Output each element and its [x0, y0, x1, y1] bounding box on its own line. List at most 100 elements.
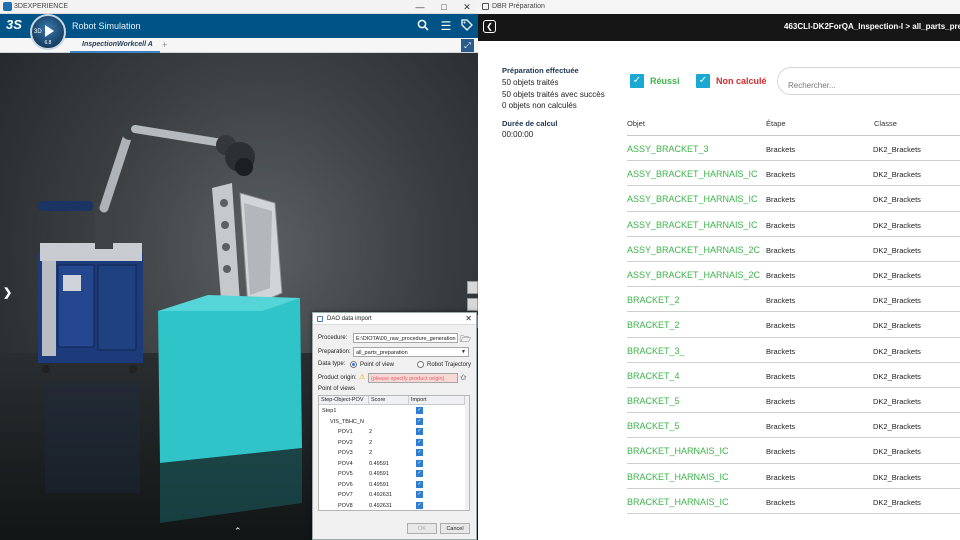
table-row[interactable]: ASSY_BRACKET_HARNAIS_IC Brackets DK2_Brack… [627, 186, 960, 212]
filter-non-calcule-label: Non calculé [716, 76, 767, 86]
filter-reussi-checkbox[interactable]: ✓ [630, 74, 644, 88]
row-classe: DK2_Brackets [873, 422, 921, 432]
row-classe: DK2_Brackets [873, 145, 921, 154]
minimize-icon[interactable]: — [408, 0, 432, 14]
cancel-button[interactable]: Cancel [440, 523, 470, 534]
row-objet[interactable]: BRACKET_5 [627, 421, 680, 431]
pov-score: 0.49591 [369, 471, 389, 477]
pov-row[interactable]: POV8 0.492631 ✓ [319, 501, 465, 511]
table-row[interactable]: BRACKET_HARNAIS_IC Brackets DK2_Brackets [627, 438, 960, 464]
compass-widget[interactable]: 3D 6.8 [30, 14, 66, 50]
compass-version: 6.8 [44, 40, 52, 46]
fit-icon[interactable]: ⤢ [461, 39, 474, 52]
preparation-value: all_parts_preparation [356, 350, 408, 356]
add-tab-button[interactable]: + [162, 40, 167, 50]
row-objet[interactable]: BRACKET_HARNAIS_IC [627, 446, 729, 456]
summary-not-calculated: 0 objets non calculés [502, 101, 577, 110]
filter-non-calcule-checkbox[interactable]: ✓ [696, 74, 710, 88]
row-objet[interactable]: BRACKET_4 [627, 371, 680, 381]
row-objet[interactable]: ASSY_BRACKET_HARNAIS_2C [627, 270, 760, 280]
dbr-preparation-window: DBR Préparation ❮ 463CLI-DK2ForQA_Inspec… [478, 0, 960, 540]
pick-origin-icon[interactable]: ✩ [460, 373, 467, 382]
side-toolbar-button-1[interactable] [467, 281, 478, 294]
row-objet[interactable]: ASSY_BRACKET_HARNAIS_IC [627, 220, 758, 230]
import-checkbox[interactable]: ✓ [416, 480, 423, 488]
pov-row[interactable]: POV5 0.49591 ✓ [319, 469, 465, 480]
import-checkbox[interactable]: ✓ [416, 417, 423, 425]
import-checkbox[interactable]: ✓ [416, 407, 423, 414]
table-row[interactable]: ASSY_BRACKET_3 Brackets DK2_Brackets [627, 136, 960, 162]
pov-score: 2 [369, 450, 373, 456]
row-objet[interactable]: ASSY_BRACKET_HARNAIS_IC [627, 169, 758, 179]
radio-robot-trajectory[interactable] [417, 361, 424, 368]
row-classe: DK2_Brackets [873, 447, 921, 457]
import-checkbox[interactable]: ✓ [416, 501, 423, 509]
pov-row[interactable]: Step1 ✓ [319, 406, 465, 417]
ok-button[interactable]: OK [407, 523, 437, 534]
table-row[interactable]: BRACKET_4 Brackets DK2_Brackets [627, 363, 960, 388]
pov-score: 0.49591 [369, 481, 389, 488]
table-row[interactable]: BRACKET_5 Brackets DK2_Brackets [627, 413, 960, 439]
row-etape: Brackets [766, 245, 796, 255]
duration-value: 00:00:00 [502, 130, 534, 139]
side-toolbar-button-2[interactable] [467, 298, 478, 311]
back-button[interactable]: ❮ [483, 20, 496, 33]
row-objet[interactable]: BRACKET_HARNAIS_IC [627, 497, 729, 507]
pov-row[interactable]: POV6 0.49591 ✓ [319, 480, 465, 491]
pov-row[interactable]: POV1 2 ✓ [319, 427, 465, 438]
tag-icon[interactable] [460, 19, 474, 33]
duration-label: Durée de calcul [502, 119, 558, 128]
table-row[interactable]: ASSY_BRACKET_HARNAIS_2C Brackets DK2_Brack… [627, 237, 960, 262]
table-row[interactable]: BRACKET_HARNAIS_IC Brackets DK2_Brackets [627, 464, 960, 489]
pov-row[interactable]: POV4 0.49591 ✓ [319, 459, 465, 470]
row-objet[interactable]: ASSY_BRACKET_HARNAIS_2C [627, 245, 760, 255]
row-objet[interactable]: BRACKET_5 [627, 396, 680, 406]
close-icon[interactable]: ✕ [455, 0, 478, 14]
radio-point-of-view[interactable] [350, 361, 357, 368]
import-checkbox[interactable]: ✓ [416, 449, 423, 456]
pov-row[interactable]: POV2 2 ✓ [319, 438, 465, 449]
chevron-up-icon[interactable]: ⌃ [234, 526, 242, 537]
row-objet[interactable]: ASSY_BRACKET_3 [627, 144, 709, 154]
product-origin-input[interactable]: (please specify product origin) [368, 373, 458, 383]
table-row[interactable]: BRACKET_2 Brackets DK2_Brackets [627, 287, 960, 313]
import-checkbox[interactable]: ✓ [416, 491, 423, 498]
import-checkbox[interactable]: ✓ [416, 470, 423, 477]
pov-row[interactable]: POV3 2 ✓ [319, 448, 465, 459]
table-row[interactable]: ASSY_BRACKET_HARNAIS_IC Brackets DK2_Brack… [627, 212, 960, 237]
row-objet[interactable]: BRACKET_2 [627, 295, 680, 305]
maximize-icon[interactable]: □ [432, 0, 456, 14]
row-etape: Brackets [766, 346, 796, 356]
pov-row[interactable]: POV7 0.492631 ✓ [319, 490, 465, 501]
chevron-right-icon[interactable]: ❯ [3, 286, 12, 299]
preparation-select[interactable]: all_parts_preparation ▼ [353, 347, 469, 357]
pov-row[interactable]: VIS_TBHC_N ✓ [319, 417, 465, 428]
table-row[interactable]: BRACKET_2 Brackets DK2_Brackets [627, 312, 960, 338]
search-input[interactable] [777, 67, 960, 95]
pov-table: Step-Object-POV Score Import Step1 ✓ VIS_T… [318, 395, 470, 511]
summary-processed: 50 objets traités [502, 78, 559, 87]
table-row[interactable]: BRACKET_5 Brackets DK2_Brackets [627, 388, 960, 414]
search-icon[interactable] [416, 19, 430, 33]
row-objet[interactable]: BRACKET_2 [627, 320, 680, 330]
table-scrollbar[interactable] [465, 396, 469, 510]
row-objet[interactable]: ASSY_BRACKET_HARNAIS_IC [627, 194, 758, 204]
pov-name: Step1 [322, 408, 337, 414]
table-row[interactable]: ASSY_BRACKET_HARNAIS_2C Brackets DK2_Brack… [627, 262, 960, 288]
table-row[interactable]: BRACKET_3_ Brackets DK2_Brackets [627, 338, 960, 363]
close-icon[interactable]: ✕ [465, 314, 472, 323]
compass-3d-label: 3D [34, 29, 42, 35]
row-classe: DK2_Brackets [873, 371, 921, 381]
row-objet[interactable]: BRACKET_HARNAIS_IC [627, 472, 729, 482]
import-checkbox[interactable]: ✓ [416, 438, 423, 446]
row-objet[interactable]: BRACKET_3_ [627, 346, 685, 356]
menu-icon[interactable]: ☰ [439, 19, 453, 33]
table-row[interactable]: BRACKET_HARNAIS_IC Brackets DK2_Brackets [627, 489, 960, 514]
import-checkbox[interactable]: ✓ [416, 428, 423, 435]
table-row[interactable]: ASSY_BRACKET_HARNAIS_IC Brackets DK2_Brack… [627, 161, 960, 187]
folder-icon[interactable]: 🗁 [460, 332, 471, 348]
procedure-input[interactable]: E:\DIOTA\00_raw_procedure_generation [353, 333, 458, 343]
tab-inspection-workcell[interactable]: InspectionWorkcell A [70, 38, 160, 53]
row-classe: DK2_Brackets [873, 220, 921, 230]
import-checkbox[interactable]: ✓ [416, 459, 423, 467]
